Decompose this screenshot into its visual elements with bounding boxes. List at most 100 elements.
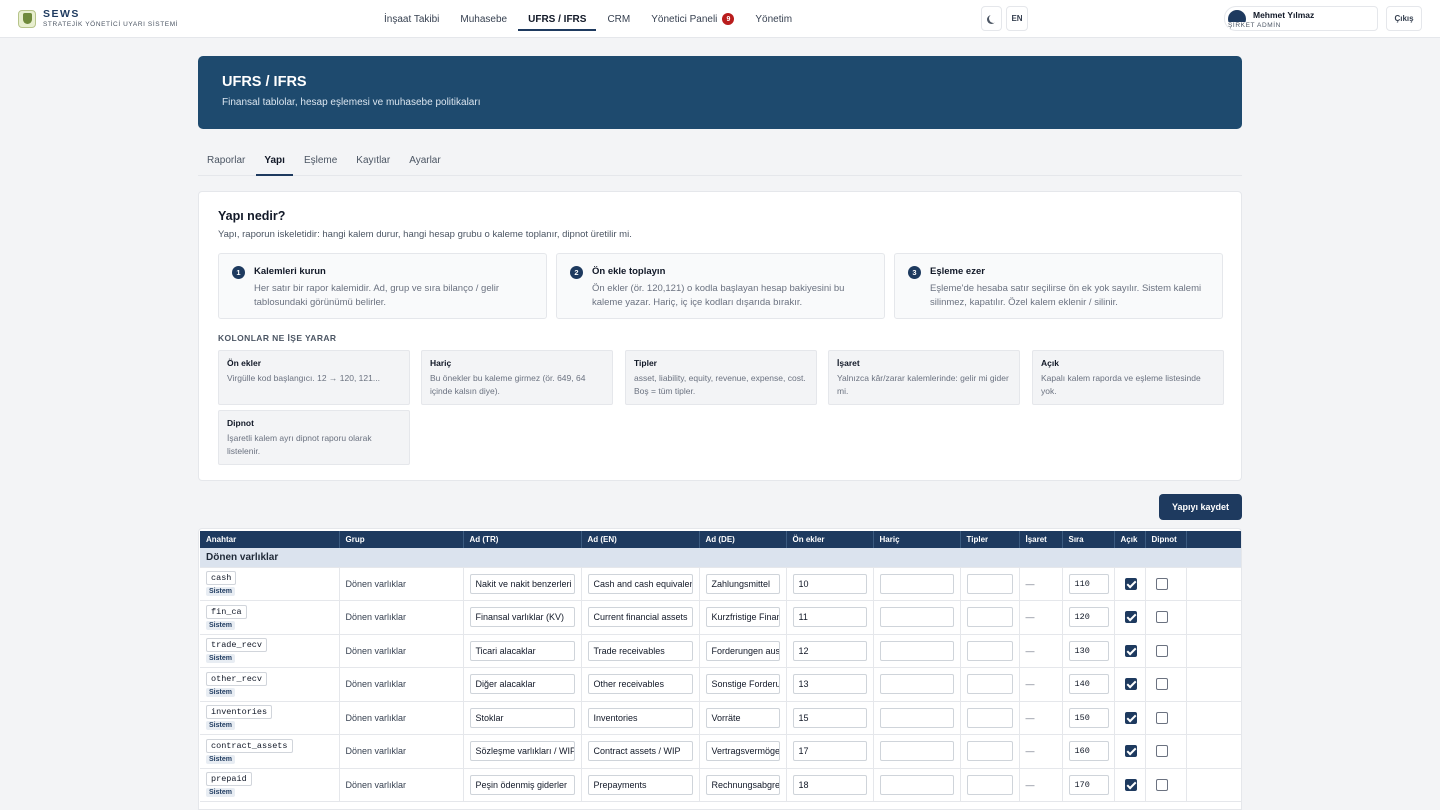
name-de-cell: Kurzfristige Finanzanlagen — [699, 600, 787, 635]
order-input[interactable]: 110 — [1068, 573, 1109, 594]
name-de-input[interactable]: Rechnungsabgrenzung — [705, 774, 780, 795]
tab-yapi[interactable]: Yapı — [255, 149, 294, 176]
exclude-input[interactable] — [879, 774, 954, 795]
exclude-cell — [873, 701, 961, 735]
nav-item-yonetim[interactable]: Yönetim — [745, 0, 802, 38]
brand[interactable]: SEWS STRATEJİK YÖNETİCİ UYARI SİSTEMİ — [18, 9, 178, 28]
nav-item-muhasebe[interactable]: Muhasebe — [450, 0, 517, 38]
name-de-input[interactable]: Sonstige Forderungen — [705, 674, 780, 695]
note-checkbox[interactable] — [1155, 778, 1168, 791]
nav-item-insaat[interactable]: İnşaat Takibi — [374, 0, 449, 38]
name-en-input[interactable]: Current financial assets — [587, 607, 693, 628]
order-input[interactable]: 140 — [1068, 674, 1109, 695]
name-en-input[interactable]: Other receivables — [587, 674, 693, 695]
column-help-text: asset, liability, equity, revenue, expen… — [634, 373, 806, 396]
order-input[interactable]: 150 — [1068, 707, 1109, 728]
open-checkbox[interactable] — [1124, 778, 1137, 791]
order-input[interactable]: 120 — [1068, 607, 1109, 628]
language-button[interactable]: EN — [1006, 6, 1028, 31]
logout-button[interactable]: Çıkış — [1386, 6, 1422, 31]
page-header: UFRS / IFRS Finansal tablolar, hesap eşl… — [198, 56, 1242, 129]
user-menu[interactable]: Mehmet Yılmaz ŞİRKET ADMİN — [1224, 6, 1378, 31]
sign-cell: — — [1019, 734, 1063, 769]
open-cell — [1114, 768, 1146, 802]
name-tr-input[interactable]: Finansal varlıklar (KV) — [469, 607, 575, 628]
types-input[interactable] — [966, 707, 1013, 728]
main-nav: İnşaat Takibi Muhasebe UFRS / IFRS CRM Y… — [374, 0, 803, 38]
name-tr-input[interactable]: Stoklar — [469, 707, 575, 728]
name-tr-input[interactable]: Diğer alacaklar — [469, 674, 575, 695]
types-input[interactable] — [966, 774, 1013, 795]
exclude-input[interactable] — [879, 607, 954, 628]
nav-item-yonetici-paneli[interactable]: Yönetici Paneli 9 — [641, 0, 744, 38]
theme-toggle-button[interactable] — [981, 6, 1002, 31]
note-checkbox[interactable] — [1155, 611, 1168, 624]
name-de-input[interactable]: Vorräte — [705, 707, 780, 728]
save-structure-button[interactable]: Yapıyı kaydet — [1159, 494, 1242, 520]
sign-cell: — — [1019, 600, 1063, 635]
types-input[interactable] — [966, 674, 1013, 695]
prefix-input[interactable]: 10 — [792, 573, 867, 594]
prefix-input[interactable]: 11 — [792, 607, 867, 628]
open-checkbox[interactable] — [1124, 678, 1137, 691]
open-checkbox[interactable] — [1124, 577, 1137, 590]
name-tr-input[interactable]: Sözleşme varlıkları / WIP — [469, 741, 575, 762]
exclude-input[interactable] — [879, 741, 954, 762]
prefix-input[interactable]: 15 — [792, 707, 867, 728]
types-input[interactable] — [966, 573, 1013, 594]
types-cell — [960, 667, 1020, 702]
tab-raporlar[interactable]: Raporlar — [198, 149, 254, 175]
note-checkbox[interactable] — [1155, 678, 1168, 691]
key-cell: other_recv Sistem — [200, 667, 340, 702]
name-en-input[interactable]: Trade receivables — [587, 640, 693, 661]
types-input[interactable] — [966, 607, 1013, 628]
order-input[interactable]: 160 — [1068, 741, 1109, 762]
name-en-input[interactable]: Contract assets / WIP — [587, 741, 693, 762]
prefix-input[interactable]: 13 — [792, 674, 867, 695]
open-checkbox[interactable] — [1124, 745, 1137, 758]
types-input[interactable] — [966, 640, 1013, 661]
name-en-input[interactable]: Cash and cash equivalents — [587, 573, 693, 594]
types-input[interactable] — [966, 741, 1013, 762]
name-en-input[interactable]: Inventories — [587, 707, 693, 728]
note-checkbox[interactable] — [1155, 745, 1168, 758]
note-checkbox[interactable] — [1155, 577, 1168, 590]
order-input[interactable]: 170 — [1068, 774, 1109, 795]
open-checkbox[interactable] — [1124, 644, 1137, 657]
note-checkbox[interactable] — [1155, 711, 1168, 724]
name-tr-input[interactable]: Nakit ve nakit benzerleri — [469, 573, 575, 594]
sign-cell: — — [1019, 667, 1063, 702]
nav-item-label: UFRS / IFRS — [528, 13, 587, 25]
types-cell — [960, 600, 1020, 635]
name-de-input[interactable]: Zahlungsmittel — [705, 573, 780, 594]
sign-value: — — [1025, 746, 1035, 757]
exclude-input[interactable] — [879, 640, 954, 661]
name-en-input[interactable]: Prepayments — [587, 774, 693, 795]
key-cell: inventories Sistem — [200, 701, 340, 735]
nav-item-crm[interactable]: CRM — [597, 0, 640, 38]
prefix-input[interactable]: 17 — [792, 741, 867, 762]
tab-kayitlar[interactable]: Kayıtlar — [347, 149, 399, 175]
order-input[interactable]: 130 — [1068, 640, 1109, 661]
structure-help-card: Yapı nedir? Yapı, raporun iskeletidir: h… — [198, 191, 1242, 481]
exclude-input[interactable] — [879, 674, 954, 695]
name-de-input[interactable]: Vertragsvermögenswerte — [705, 741, 780, 762]
tab-ayarlar[interactable]: Ayarlar — [400, 149, 450, 175]
shield-logo-icon — [18, 9, 36, 28]
open-checkbox[interactable] — [1124, 711, 1137, 724]
system-badge: Sistem — [206, 620, 235, 630]
key-cell: fin_ca Sistem — [200, 600, 340, 635]
exclude-input[interactable] — [879, 707, 954, 728]
prefix-input[interactable]: 12 — [792, 640, 867, 661]
name-tr-input[interactable]: Ticari alacaklar — [469, 640, 575, 661]
name-tr-input[interactable]: Peşin ödenmiş giderler — [469, 774, 575, 795]
open-checkbox[interactable] — [1124, 611, 1137, 624]
name-de-input[interactable]: Forderungen aus L.u.L. — [705, 640, 780, 661]
prefix-input[interactable]: 18 — [792, 774, 867, 795]
tab-esleme[interactable]: Eşleme — [295, 149, 346, 175]
name-de-input[interactable]: Kurzfristige Finanzanlagen — [705, 607, 780, 628]
columns-heading: KOLONLAR NE İŞE YARAR — [218, 333, 337, 343]
note-checkbox[interactable] — [1155, 644, 1168, 657]
exclude-input[interactable] — [879, 573, 954, 594]
nav-item-ufrs[interactable]: UFRS / IFRS — [518, 0, 597, 38]
